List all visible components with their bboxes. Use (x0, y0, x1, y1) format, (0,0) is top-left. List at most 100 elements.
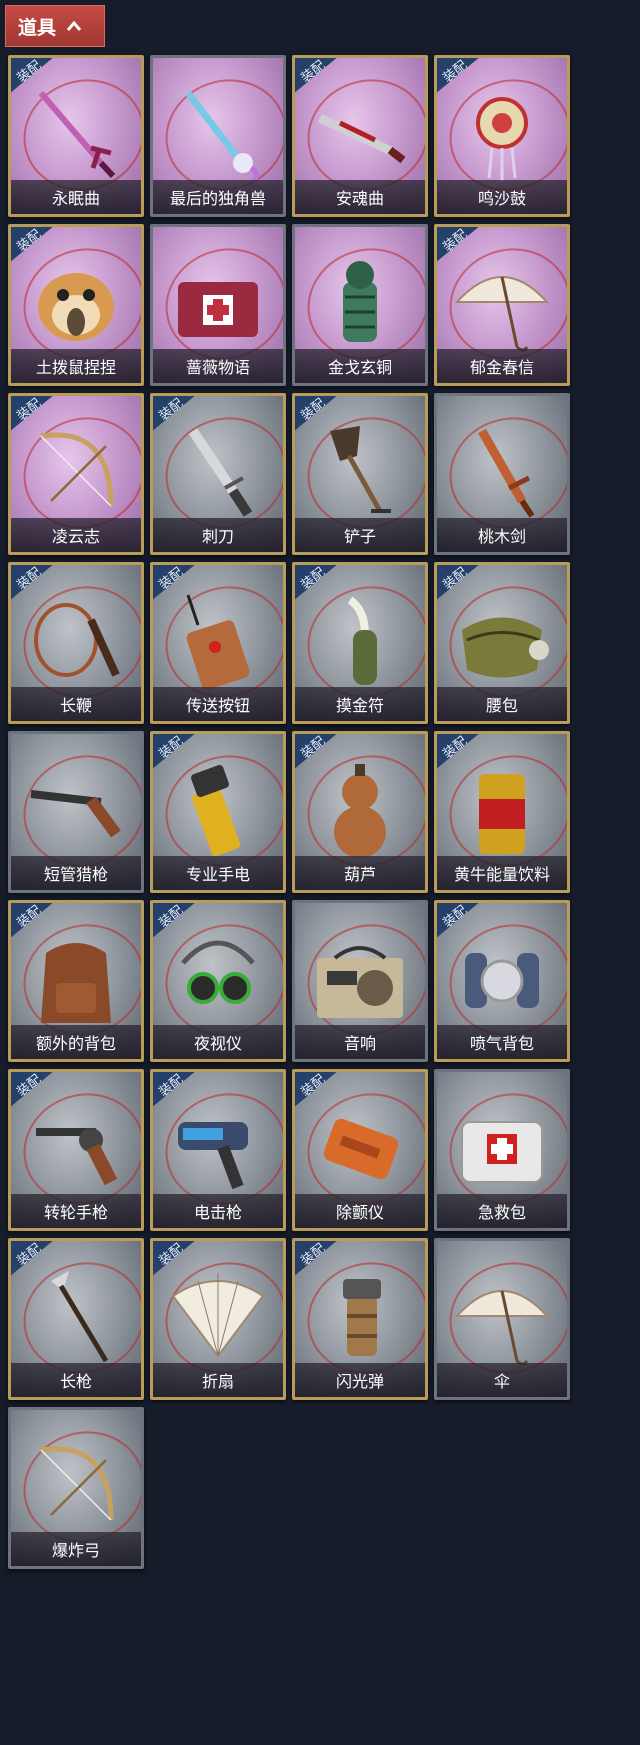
flashlight-icon (153, 744, 283, 874)
item-card[interactable]: 装配 郁金春信 (434, 224, 570, 386)
red-blade-icon (295, 68, 425, 198)
item-label-bar: 腰包 (437, 687, 567, 721)
item-card[interactable]: 装配 额外的背包 (8, 900, 144, 1062)
item-label: 摸金符 (335, 696, 384, 715)
item-card[interactable]: 最后的独角兽 (150, 55, 286, 217)
item-card[interactable]: 装配 黄牛能量饮料 (434, 731, 570, 893)
item-label-bar: 金戈玄铜 (295, 349, 425, 383)
item-label-bar: 长枪 (11, 1363, 141, 1397)
item-label-bar: 土拨鼠捏捏 (11, 349, 141, 383)
item-card[interactable]: 装配 土拨鼠捏捏 (8, 224, 144, 386)
item-card[interactable]: 急救包 (434, 1069, 570, 1231)
item-label-bar: 蔷薇物语 (153, 349, 283, 383)
item-card[interactable]: 装配 喷气背包 (434, 900, 570, 1062)
jetpack-icon (437, 913, 567, 1043)
item-card[interactable]: 装配 摸金符 (292, 562, 428, 724)
umbrella-icon (437, 1251, 567, 1381)
item-card[interactable]: 装配 除颤仪 (292, 1069, 428, 1231)
umbrella-icon (437, 237, 567, 367)
item-label: 爆炸弓 (51, 1541, 100, 1560)
item-card[interactable]: 装配 闪光弹 (292, 1238, 428, 1400)
item-card[interactable]: 装配 鸣沙鼓 (434, 55, 570, 217)
item-card[interactable]: 装配 折扇 (150, 1238, 286, 1400)
item-label-bar: 传送按钮 (153, 687, 283, 721)
item-label-bar: 额外的背包 (11, 1025, 141, 1059)
item-label-bar: 喷气背包 (437, 1025, 567, 1059)
grenade-icon (295, 237, 425, 367)
item-card[interactable]: 装配 转轮手枪 (8, 1069, 144, 1231)
item-card[interactable]: 装配 凌云志 (8, 393, 144, 555)
revolver-icon (11, 1082, 141, 1212)
item-card[interactable]: 蔷薇物语 (150, 224, 286, 386)
bow-icon (11, 1420, 141, 1550)
item-label: 短管猎枪 (43, 865, 108, 884)
item-card[interactable]: 装配 传送按钮 (150, 562, 286, 724)
medkit-icon (153, 237, 283, 367)
section-title: 道具 (18, 16, 57, 39)
item-label: 黄牛能量饮料 (453, 865, 550, 884)
items-section-header[interactable]: 道具 (5, 5, 105, 47)
item-label-bar: 爆炸弓 (11, 1532, 141, 1566)
item-label-bar: 黄牛能量饮料 (437, 856, 567, 890)
item-card[interactable]: 装配 电击枪 (150, 1069, 286, 1231)
item-label-bar: 最后的独角兽 (153, 180, 283, 214)
item-label: 专业手电 (185, 865, 250, 884)
item-card[interactable]: 装配 夜视仪 (150, 900, 286, 1062)
item-card[interactable]: 桃木剑 (434, 393, 570, 555)
can-icon (437, 744, 567, 874)
item-card[interactable]: 装配 铲子 (292, 393, 428, 555)
defibrillator-icon (295, 1082, 425, 1212)
item-label-bar: 郁金春信 (437, 349, 567, 383)
first-aid-kit-icon (437, 1082, 567, 1212)
shotgun-icon (11, 744, 141, 874)
item-label: 夜视仪 (193, 1034, 242, 1053)
item-label-bar: 折扇 (153, 1363, 283, 1397)
item-label: 音响 (343, 1034, 376, 1053)
item-label: 转轮手枪 (43, 1203, 108, 1222)
item-card[interactable]: 爆炸弓 (8, 1407, 144, 1569)
item-label-bar: 长鞭 (11, 687, 141, 721)
spear-icon (11, 1251, 141, 1381)
item-card[interactable]: 金戈玄铜 (292, 224, 428, 386)
item-card[interactable]: 装配 长枪 (8, 1238, 144, 1400)
item-label: 急救包 (477, 1203, 526, 1222)
item-label-bar: 鸣沙鼓 (437, 180, 567, 214)
wooden-sword-icon (437, 406, 567, 536)
item-card[interactable]: 装配 刺刀 (150, 393, 286, 555)
remote-icon (153, 575, 283, 705)
item-label-bar: 铲子 (295, 518, 425, 552)
bow-icon (11, 406, 141, 536)
item-label: 永眠曲 (51, 189, 100, 208)
item-card[interactable]: 短管猎枪 (8, 731, 144, 893)
taser-icon (153, 1082, 283, 1212)
item-card[interactable]: 装配 永眠曲 (8, 55, 144, 217)
whip-icon (11, 575, 141, 705)
gourd-icon (295, 744, 425, 874)
item-label: 最后的独角兽 (169, 189, 266, 208)
item-label-bar: 电击枪 (153, 1194, 283, 1228)
item-label: 桃木剑 (477, 527, 526, 546)
item-card[interactable]: 装配 安魂曲 (292, 55, 428, 217)
item-label-bar: 急救包 (437, 1194, 567, 1228)
item-card[interactable]: 装配 腰包 (434, 562, 570, 724)
chevron-up-icon[interactable] (66, 15, 82, 37)
item-label: 土拨鼠捏捏 (35, 358, 116, 377)
backpack-icon (11, 913, 141, 1043)
item-card[interactable]: 装配 专业手电 (150, 731, 286, 893)
item-label-bar: 转轮手枪 (11, 1194, 141, 1228)
item-label-bar: 葫芦 (295, 856, 425, 890)
item-card[interactable]: 装配 长鞭 (8, 562, 144, 724)
item-label: 长枪 (59, 1372, 92, 1391)
drum-icon (437, 68, 567, 198)
item-card[interactable]: 装配 葫芦 (292, 731, 428, 893)
item-card[interactable]: 伞 (434, 1238, 570, 1400)
item-label-bar: 安魂曲 (295, 180, 425, 214)
waist-bag-icon (437, 575, 567, 705)
item-label: 喷气背包 (469, 1034, 534, 1053)
item-label: 凌云志 (51, 527, 100, 546)
item-label-bar: 短管猎枪 (11, 856, 141, 890)
item-card[interactable]: 音响 (292, 900, 428, 1062)
hamster-icon (11, 237, 141, 367)
item-label: 腰包 (485, 696, 518, 715)
item-label-bar: 摸金符 (295, 687, 425, 721)
